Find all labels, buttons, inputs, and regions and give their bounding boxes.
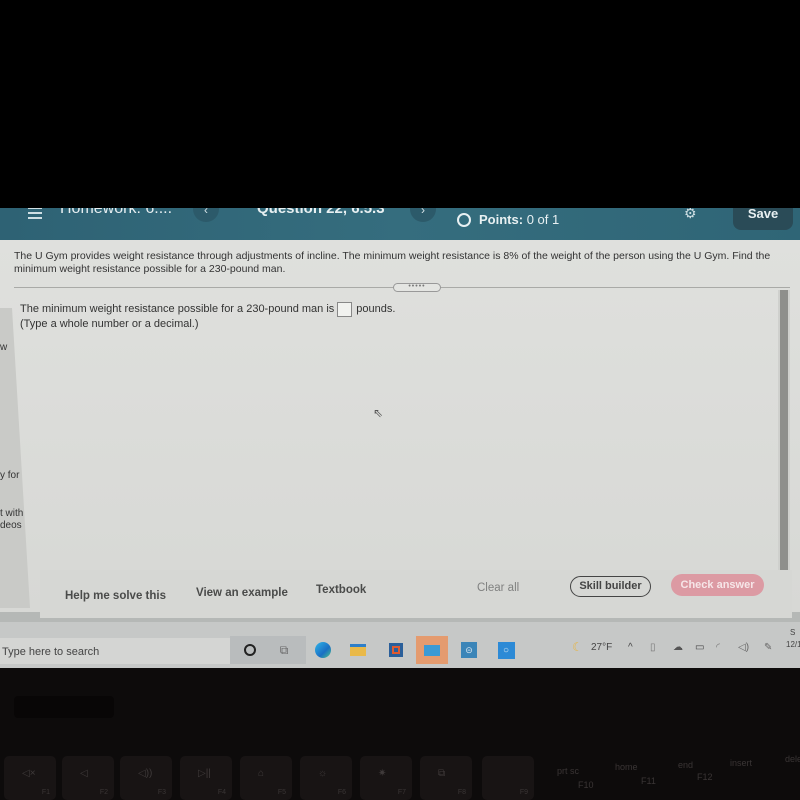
app-icon-1[interactable]: ⊝ bbox=[459, 640, 479, 660]
answer-input[interactable] bbox=[337, 302, 353, 317]
volume-down-icon: ◁ bbox=[80, 768, 88, 779]
brightness-down-icon: ☼ bbox=[318, 768, 328, 779]
prtsc-label: prt sc bbox=[557, 766, 580, 776]
scrollbar[interactable]: ▼ bbox=[778, 290, 790, 610]
clear-all-button[interactable]: Clear all bbox=[477, 582, 519, 594]
volume-up-icon: ◁)) bbox=[138, 768, 153, 779]
question-text: The U Gym provides weight resistance thr… bbox=[14, 250, 771, 275]
pen-icon[interactable]: ✎ bbox=[764, 642, 772, 653]
app-icon-2[interactable]: ○ bbox=[496, 640, 516, 660]
project-display-icon: ⧉ bbox=[438, 768, 446, 779]
key-f3[interactable]: ◁)) F3 bbox=[120, 756, 172, 800]
answer-area: The minimum weight resistance possible f… bbox=[20, 302, 395, 332]
key-label: F3 bbox=[157, 789, 166, 796]
chevron-left-icon: ‹ bbox=[204, 208, 208, 217]
insert-label: insert bbox=[730, 758, 753, 768]
answer-prefix: The minimum weight resistance possible f… bbox=[20, 303, 335, 315]
skill-builder-button[interactable]: Skill builder bbox=[570, 576, 651, 597]
save-button[interactable]: Save bbox=[733, 208, 793, 230]
wifi-icon[interactable]: ◜ bbox=[716, 642, 720, 653]
answer-suffix: pounds. bbox=[356, 303, 396, 315]
key-label: F1 bbox=[41, 789, 50, 796]
key-label: F6 bbox=[337, 789, 346, 796]
volume-icon[interactable]: ◁) bbox=[738, 642, 749, 653]
key-label: F4 bbox=[217, 789, 226, 796]
key-f6[interactable]: ☼ F6 bbox=[300, 756, 352, 800]
progress-circle-icon bbox=[457, 212, 471, 227]
search-placeholder: Type here to search bbox=[2, 646, 100, 658]
mouse-cursor-icon: ⇖ bbox=[373, 406, 384, 420]
f10-label: F10 bbox=[578, 780, 594, 790]
sidebar-fragment: w bbox=[0, 342, 8, 353]
key-label: F9 bbox=[519, 789, 528, 796]
chevron-right-icon: › bbox=[421, 208, 425, 217]
app-header: Homework: 6.... ‹ Question 22, 6.5.3 › P… bbox=[0, 208, 800, 240]
key-f7[interactable]: ✷ F7 bbox=[360, 756, 412, 800]
view-example-button[interactable]: View an example bbox=[196, 587, 288, 599]
mute-icon: ◁× bbox=[22, 768, 36, 779]
points-label: Points: bbox=[479, 212, 524, 227]
f11-label: F11 bbox=[641, 776, 656, 786]
clock-date[interactable]: 12/1 bbox=[786, 640, 800, 649]
laptop-screen: Homework: 6.... ‹ Question 22, 6.5.3 › P… bbox=[0, 208, 800, 668]
weather-moon-icon[interactable]: ☾ bbox=[572, 640, 583, 654]
sidebar-fragment: t with bbox=[0, 508, 24, 519]
hamburger-menu-icon[interactable] bbox=[28, 208, 42, 219]
sidebar-fragment: deos bbox=[0, 520, 22, 531]
battery-icon[interactable]: ▭ bbox=[695, 642, 704, 653]
home-label: home bbox=[615, 762, 638, 772]
key-label: F2 bbox=[99, 789, 108, 796]
end-label: end bbox=[678, 760, 694, 770]
file-explorer-icon[interactable] bbox=[348, 640, 368, 660]
cortana-icon[interactable] bbox=[240, 640, 260, 660]
mail-icon[interactable] bbox=[416, 636, 448, 664]
textbook-button[interactable]: Textbook bbox=[316, 584, 366, 596]
key-f5[interactable]: ⌂ F5 bbox=[240, 756, 292, 800]
sidebar-fragment: y for t bbox=[0, 470, 26, 481]
onedrive-cloud-icon[interactable]: ☁ bbox=[673, 642, 683, 653]
key-f9[interactable]: F9 bbox=[482, 756, 534, 800]
weather-temperature[interactable]: 27°F bbox=[591, 642, 612, 653]
play-pause-icon: ▷|| bbox=[198, 768, 211, 779]
brightness-up-icon: ✷ bbox=[378, 768, 387, 779]
question-footer: Help me solve this View an example Textb… bbox=[40, 570, 792, 618]
next-question-button[interactable]: › bbox=[410, 208, 436, 222]
key-label: F5 bbox=[277, 789, 286, 796]
key-label: F7 bbox=[397, 789, 406, 796]
question-panel: The U Gym provides weight resistance thr… bbox=[0, 240, 800, 612]
key-label: F8 bbox=[457, 789, 466, 796]
help-me-solve-button[interactable]: Help me solve this bbox=[65, 590, 166, 602]
taskbar-search[interactable]: Type here to search bbox=[0, 638, 230, 664]
laptop-keyboard: ◁× F1 ◁ F2 ◁)) F3 ▷|| F4 ⌂ F5 ☼ F6 ✷ F7 ⧉ F8 F9 … bbox=[0, 668, 800, 800]
check-answer-button[interactable]: Check answer bbox=[671, 574, 764, 596]
keyboard-backlight-icon: ⌂ bbox=[258, 768, 265, 779]
keyboard-notch bbox=[14, 696, 114, 718]
resize-handle[interactable]: ••••• bbox=[393, 283, 441, 292]
points-value: 0 of 1 bbox=[526, 212, 560, 227]
edge-browser-icon[interactable] bbox=[313, 640, 333, 660]
microsoft-store-icon[interactable] bbox=[386, 640, 406, 660]
homework-title[interactable]: Homework: 6.... bbox=[60, 208, 172, 218]
task-view-icon[interactable]: ⧉ bbox=[274, 640, 294, 660]
scrollbar-thumb[interactable] bbox=[780, 290, 788, 590]
meet-now-icon[interactable]: ▯ bbox=[650, 642, 656, 653]
answer-hint: (Type a whole number or a decimal.) bbox=[20, 318, 199, 330]
question-title[interactable]: Question 22, 6.5.3 bbox=[257, 208, 385, 217]
key-f2[interactable]: ◁ F2 bbox=[62, 756, 114, 800]
show-hidden-icons-chevron-icon[interactable]: ^ bbox=[628, 642, 633, 653]
settings-gear-icon[interactable]: ⚙ bbox=[684, 208, 697, 222]
f12-label: F12 bbox=[697, 772, 713, 782]
delete-label: dele bbox=[785, 754, 800, 764]
points-indicator: Points: 0 of 1 bbox=[457, 212, 559, 227]
key-f8[interactable]: ⧉ F8 bbox=[420, 756, 472, 800]
key-f4[interactable]: ▷|| F4 bbox=[180, 756, 232, 800]
windows-taskbar: Type here to search ⧉ ⊝ ○ ☾ 27°F ^ ▯ ☁ ▭… bbox=[0, 622, 800, 668]
camera-black-area bbox=[0, 0, 800, 208]
key-f1[interactable]: ◁× F1 bbox=[4, 756, 56, 800]
clock-time[interactable]: S bbox=[790, 628, 795, 637]
previous-question-button[interactable]: ‹ bbox=[193, 208, 219, 222]
